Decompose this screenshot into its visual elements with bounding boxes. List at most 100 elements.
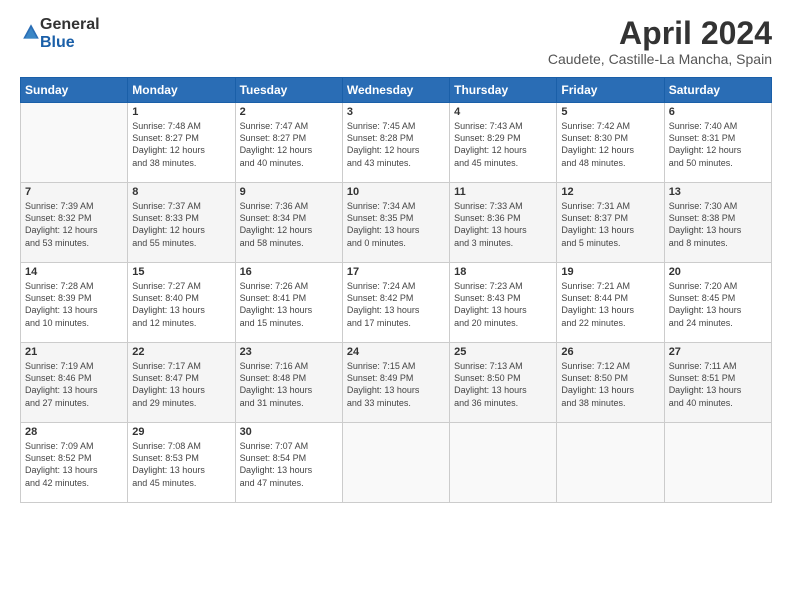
day-info: Sunrise: 7:36 AM Sunset: 8:34 PM Dayligh…	[240, 200, 338, 249]
day-number: 2	[240, 106, 338, 118]
day-info: Sunrise: 7:45 AM Sunset: 8:28 PM Dayligh…	[347, 120, 445, 169]
cell-week1-day2: 2 Sunrise: 7:47 AM Sunset: 8:27 PM Daylig…	[235, 103, 342, 183]
col-sunday: Sunday	[21, 78, 128, 103]
day-number: 9	[240, 186, 338, 198]
logo-icon	[22, 23, 40, 41]
cell-week4-day0: 21Sunrise: 7:19 AM Sunset: 8:46 PM Dayli…	[21, 343, 128, 423]
day-info: Sunrise: 7:20 AM Sunset: 8:45 PM Dayligh…	[669, 280, 767, 329]
cell-week3-day4: 18 Sunrise: 7:23 AM Sunset: 8:43 PM Dayli…	[450, 263, 557, 343]
col-saturday: Saturday	[664, 78, 771, 103]
day-number: 6	[669, 106, 767, 118]
cell-week3-day6: 20 Sunrise: 7:20 AM Sunset: 8:45 PM Dayli…	[664, 263, 771, 343]
day-number: 8	[132, 186, 230, 198]
cell-week3-day0: 14 Sunrise: 7:28 AM Sunset: 8:39 PM Dayli…	[21, 263, 128, 343]
col-thursday: Thursday	[450, 78, 557, 103]
cell-week5-day3	[342, 423, 449, 503]
day-number: 15	[132, 266, 230, 278]
day-number: 20	[669, 266, 767, 278]
cell-week2-day4: 11 Sunrise: 7:33 AM Sunset: 8:36 PM Dayli…	[450, 183, 557, 263]
cell-week4-day3: 24 Sunrise: 7:15 AM Sunset: 8:49 PM Dayli…	[342, 343, 449, 423]
cell-week4-day4: 25 Sunrise: 7:13 AM Sunset: 8:50 PM Dayli…	[450, 343, 557, 423]
cell-week1-day4: 4Sunrise: 7:43 AM Sunset: 8:29 PM Daylig…	[450, 103, 557, 183]
week-row-4: 21Sunrise: 7:19 AM Sunset: 8:46 PM Dayli…	[21, 343, 772, 423]
day-info: Sunrise: 7:11 AM Sunset: 8:51 PM Dayligh…	[669, 360, 767, 409]
title-block: April 2024 Caudete, Castille-La Mancha, …	[548, 16, 772, 67]
cell-week5-day0: 28Sunrise: 7:09 AM Sunset: 8:52 PM Dayli…	[21, 423, 128, 503]
day-number: 30	[240, 426, 338, 438]
cell-week5-day4	[450, 423, 557, 503]
calendar-table: Sunday Monday Tuesday Wednesday Thursday…	[20, 77, 772, 503]
day-info: Sunrise: 7:40 AM Sunset: 8:31 PM Dayligh…	[669, 120, 767, 169]
cell-week4-day5: 26 Sunrise: 7:12 AM Sunset: 8:50 PM Dayli…	[557, 343, 664, 423]
day-info: Sunrise: 7:34 AM Sunset: 8:35 PM Dayligh…	[347, 200, 445, 249]
cell-week3-day3: 17Sunrise: 7:24 AM Sunset: 8:42 PM Dayli…	[342, 263, 449, 343]
day-number: 23	[240, 346, 338, 358]
day-number: 19	[561, 266, 659, 278]
day-info: Sunrise: 7:47 AM Sunset: 8:27 PM Dayligh…	[240, 120, 338, 169]
cell-week3-day5: 19Sunrise: 7:21 AM Sunset: 8:44 PM Dayli…	[557, 263, 664, 343]
cell-week3-day1: 15 Sunrise: 7:27 AM Sunset: 8:40 PM Dayli…	[128, 263, 235, 343]
day-number: 14	[25, 266, 123, 278]
cell-week2-day0: 7 Sunrise: 7:39 AM Sunset: 8:32 PM Daylig…	[21, 183, 128, 263]
cell-week2-day2: 9 Sunrise: 7:36 AM Sunset: 8:34 PM Daylig…	[235, 183, 342, 263]
logo-text: General Blue	[40, 16, 100, 51]
day-info: Sunrise: 7:30 AM Sunset: 8:38 PM Dayligh…	[669, 200, 767, 249]
day-info: Sunrise: 7:19 AM Sunset: 8:46 PM Dayligh…	[25, 360, 123, 409]
day-info: Sunrise: 7:08 AM Sunset: 8:53 PM Dayligh…	[132, 440, 230, 489]
header: General Blue April 2024 Caudete, Castill…	[20, 16, 772, 67]
col-tuesday: Tuesday	[235, 78, 342, 103]
cell-week2-day1: 8Sunrise: 7:37 AM Sunset: 8:33 PM Daylig…	[128, 183, 235, 263]
cell-week4-day1: 22 Sunrise: 7:17 AM Sunset: 8:47 PM Dayli…	[128, 343, 235, 423]
day-number: 29	[132, 426, 230, 438]
day-info: Sunrise: 7:26 AM Sunset: 8:41 PM Dayligh…	[240, 280, 338, 329]
day-info: Sunrise: 7:28 AM Sunset: 8:39 PM Dayligh…	[25, 280, 123, 329]
cell-week4-day2: 23Sunrise: 7:16 AM Sunset: 8:48 PM Dayli…	[235, 343, 342, 423]
day-info: Sunrise: 7:39 AM Sunset: 8:32 PM Dayligh…	[25, 200, 123, 249]
day-number: 5	[561, 106, 659, 118]
day-number: 3	[347, 106, 445, 118]
day-info: Sunrise: 7:17 AM Sunset: 8:47 PM Dayligh…	[132, 360, 230, 409]
day-number: 26	[561, 346, 659, 358]
week-row-5: 28Sunrise: 7:09 AM Sunset: 8:52 PM Dayli…	[21, 423, 772, 503]
logo: General Blue	[20, 16, 100, 51]
logo-blue-text: Blue	[40, 34, 100, 52]
day-number: 7	[25, 186, 123, 198]
day-number: 28	[25, 426, 123, 438]
day-number: 11	[454, 186, 552, 198]
day-info: Sunrise: 7:23 AM Sunset: 8:43 PM Dayligh…	[454, 280, 552, 329]
cell-week1-day6: 6 Sunrise: 7:40 AM Sunset: 8:31 PM Daylig…	[664, 103, 771, 183]
day-info: Sunrise: 7:33 AM Sunset: 8:36 PM Dayligh…	[454, 200, 552, 249]
day-info: Sunrise: 7:31 AM Sunset: 8:37 PM Dayligh…	[561, 200, 659, 249]
day-number: 25	[454, 346, 552, 358]
day-number: 4	[454, 106, 552, 118]
calendar-body: 1 Sunrise: 7:48 AM Sunset: 8:27 PM Daylig…	[21, 103, 772, 503]
day-number: 24	[347, 346, 445, 358]
col-monday: Monday	[128, 78, 235, 103]
page: General Blue April 2024 Caudete, Castill…	[0, 0, 792, 612]
day-number: 1	[132, 106, 230, 118]
col-friday: Friday	[557, 78, 664, 103]
day-info: Sunrise: 7:13 AM Sunset: 8:50 PM Dayligh…	[454, 360, 552, 409]
cell-week1-day0	[21, 103, 128, 183]
week-row-2: 7 Sunrise: 7:39 AM Sunset: 8:32 PM Daylig…	[21, 183, 772, 263]
day-info: Sunrise: 7:07 AM Sunset: 8:54 PM Dayligh…	[240, 440, 338, 489]
day-number: 10	[347, 186, 445, 198]
day-info: Sunrise: 7:48 AM Sunset: 8:27 PM Dayligh…	[132, 120, 230, 169]
cell-week4-day6: 27Sunrise: 7:11 AM Sunset: 8:51 PM Dayli…	[664, 343, 771, 423]
cell-week1-day1: 1 Sunrise: 7:48 AM Sunset: 8:27 PM Daylig…	[128, 103, 235, 183]
cell-week1-day5: 5 Sunrise: 7:42 AM Sunset: 8:30 PM Daylig…	[557, 103, 664, 183]
day-number: 13	[669, 186, 767, 198]
day-info: Sunrise: 7:27 AM Sunset: 8:40 PM Dayligh…	[132, 280, 230, 329]
calendar-header: Sunday Monday Tuesday Wednesday Thursday…	[21, 78, 772, 103]
cell-week1-day3: 3 Sunrise: 7:45 AM Sunset: 8:28 PM Daylig…	[342, 103, 449, 183]
day-number: 18	[454, 266, 552, 278]
day-number: 22	[132, 346, 230, 358]
day-info: Sunrise: 7:12 AM Sunset: 8:50 PM Dayligh…	[561, 360, 659, 409]
cell-week5-day2: 30 Sunrise: 7:07 AM Sunset: 8:54 PM Dayli…	[235, 423, 342, 503]
cell-week5-day1: 29 Sunrise: 7:08 AM Sunset: 8:53 PM Dayli…	[128, 423, 235, 503]
day-number: 16	[240, 266, 338, 278]
cell-week5-day5	[557, 423, 664, 503]
day-info: Sunrise: 7:42 AM Sunset: 8:30 PM Dayligh…	[561, 120, 659, 169]
day-info: Sunrise: 7:15 AM Sunset: 8:49 PM Dayligh…	[347, 360, 445, 409]
month-title: April 2024	[548, 16, 772, 51]
